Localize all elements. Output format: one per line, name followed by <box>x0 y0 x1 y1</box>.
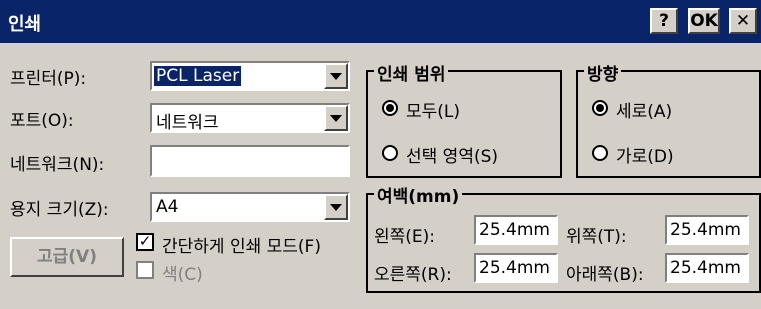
orientation-title: 방향 <box>584 60 622 85</box>
portrait-label: 세로(A) <box>616 102 673 122</box>
margin-bottom-label: 아래쪽(B): <box>566 265 644 285</box>
margin-left-input[interactable]: 25.4mm <box>474 215 558 245</box>
title-bar: 인쇄 ? OK ✕ <box>0 0 761 43</box>
network-label: 네트워크(N): <box>10 155 105 175</box>
port-select[interactable]: 네트워크 <box>150 103 350 133</box>
printer-value: PCL Laser <box>154 66 242 86</box>
chevron-down-icon[interactable] <box>324 105 348 131</box>
ok-button[interactable]: OK <box>688 8 720 34</box>
advanced-button[interactable]: 고급(V) <box>10 237 124 277</box>
color-label: 색(C) <box>162 265 203 285</box>
window-title: 인쇄 <box>8 14 42 35</box>
color-checkbox[interactable] <box>136 261 154 279</box>
margin-right-input[interactable]: 25.4mm <box>474 253 558 283</box>
printer-label: 프린터(P): <box>10 69 87 89</box>
chevron-down-icon[interactable] <box>324 194 348 220</box>
print-range-title: 인쇄 범위 <box>374 60 449 85</box>
range-selection-label: 선택 영역(S) <box>406 147 499 167</box>
landscape-label: 가로(D) <box>616 147 674 167</box>
range-selection-radio[interactable] <box>382 145 398 161</box>
margin-top-input[interactable]: 25.4mm <box>665 215 749 245</box>
network-input[interactable] <box>150 145 350 177</box>
chevron-down-icon[interactable] <box>324 63 348 89</box>
port-value: 네트워크 <box>156 113 219 133</box>
close-button[interactable]: ✕ <box>729 8 757 34</box>
draft-mode-label: 간단하게 인쇄 모드(F) <box>162 237 321 257</box>
paper-size-label: 용지 크기(Z): <box>10 200 109 220</box>
margin-left-label: 왼쪽(E): <box>374 227 436 247</box>
margin-top-label: 위쪽(T): <box>566 227 627 247</box>
margin-bottom-input[interactable]: 25.4mm <box>665 253 749 283</box>
landscape-radio[interactable] <box>592 145 608 161</box>
margins-title: 여백(mm) <box>374 182 463 207</box>
draft-mode-checkbox[interactable]: ✓ <box>136 233 154 251</box>
range-all-label: 모두(L) <box>406 102 461 122</box>
margin-right-label: 오른쪽(R): <box>374 265 452 285</box>
portrait-radio[interactable] <box>592 100 608 116</box>
paper-size-value: A4 <box>156 197 179 217</box>
port-label: 포트(O): <box>10 111 74 131</box>
range-all-radio[interactable] <box>382 100 398 116</box>
printer-select[interactable]: PCL Laser <box>150 61 350 91</box>
paper-size-select[interactable]: A4 <box>150 192 350 222</box>
help-button[interactable]: ? <box>650 8 678 34</box>
